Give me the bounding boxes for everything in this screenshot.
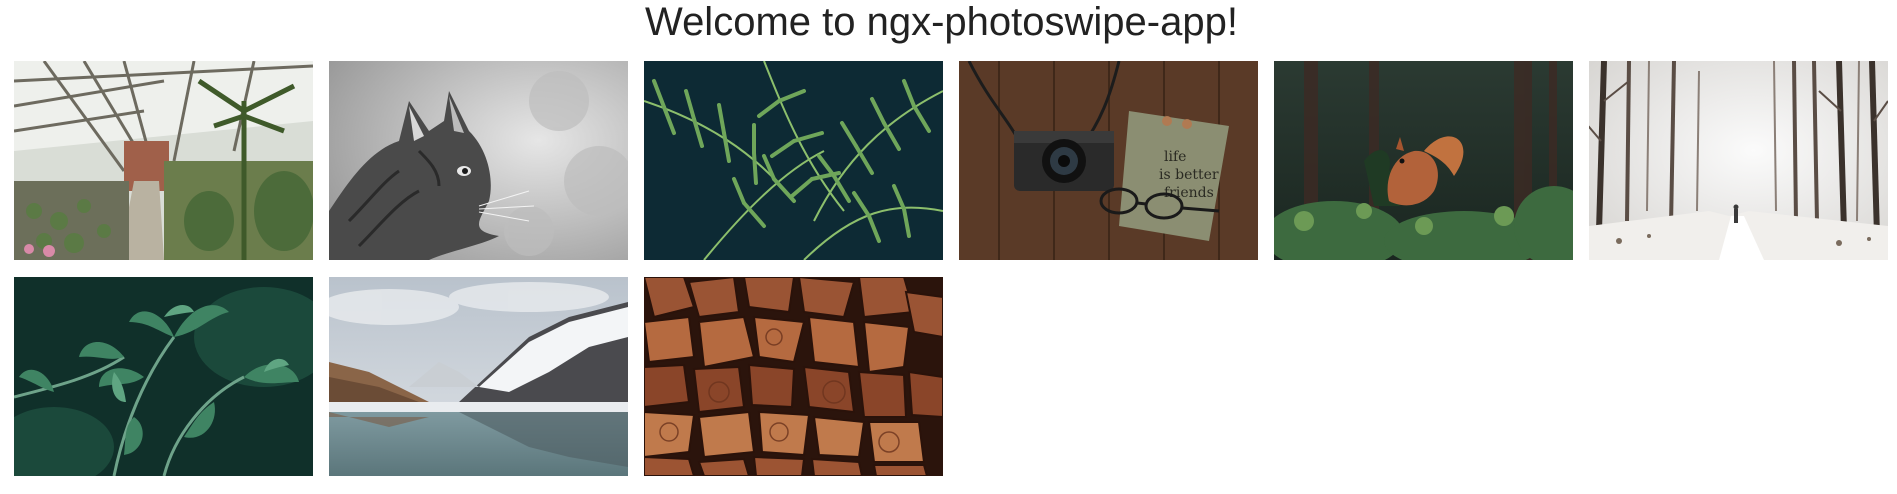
gallery-thumbnail-fern[interactable] <box>644 61 943 260</box>
svg-text:is better: is better <box>1159 167 1219 183</box>
camera-image: life is better friends <box>959 61 1258 260</box>
svg-text:friends: friends <box>1164 185 1214 201</box>
gallery-thumbnail-squirrel[interactable] <box>1274 61 1573 260</box>
squirrel-image <box>1274 61 1573 260</box>
gallery-thumbnail-camera[interactable]: life is better friends <box>959 61 1258 260</box>
greenhouse-image <box>14 61 313 260</box>
mountain-lake-image <box>329 277 628 476</box>
gallery-thumbnail-cat[interactable] <box>329 61 628 260</box>
page-title: Welcome to ngx-photoswipe-app! <box>645 0 1238 44</box>
gallery-thumbnail-greenhouse[interactable] <box>14 61 313 260</box>
gallery-thumbnail-parsley[interactable] <box>14 277 313 476</box>
snowy-forest-image <box>1589 61 1888 260</box>
cat-image <box>329 61 628 260</box>
firewood-image <box>644 277 943 476</box>
parsley-image <box>14 277 313 476</box>
svg-text:life: life <box>1164 149 1186 165</box>
photo-gallery: life is better friends <box>14 61 1897 476</box>
gallery-thumbnail-mountain-lake[interactable] <box>329 277 628 476</box>
gallery-thumbnail-firewood[interactable] <box>644 277 943 476</box>
fern-image <box>644 61 943 260</box>
gallery-thumbnail-snowy-forest[interactable] <box>1589 61 1888 260</box>
